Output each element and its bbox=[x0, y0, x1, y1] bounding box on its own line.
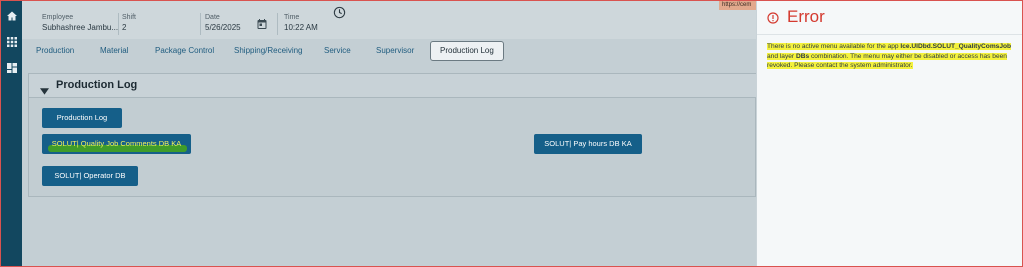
divider bbox=[277, 13, 278, 35]
url-tooltip: https://cem bbox=[719, 1, 756, 10]
divider bbox=[118, 13, 119, 35]
panel-title: Production Log bbox=[56, 79, 138, 91]
divider bbox=[757, 34, 1023, 35]
time-value: 10:22 AM bbox=[284, 23, 318, 32]
time-label: Time bbox=[284, 14, 300, 21]
employee-value: Subhashree Jambu... bbox=[42, 23, 119, 32]
panel-header[interactable]: Production Log bbox=[29, 74, 757, 98]
time-field[interactable]: Time 10:22 AM bbox=[284, 14, 318, 32]
error-message-part: and layer bbox=[767, 52, 796, 60]
error-drawer: Error There is no active menu available … bbox=[756, 1, 1023, 266]
production-log-button[interactable]: Production Log bbox=[42, 108, 122, 128]
error-layer-name: DBs bbox=[795, 52, 810, 60]
error-message: There is no active menu available for th… bbox=[767, 42, 1017, 71]
tab-bar: Production Material Package Control Ship… bbox=[22, 41, 756, 63]
dashboard-icon[interactable] bbox=[3, 59, 20, 76]
pay-hours-button[interactable]: SOLUT| Pay hours DB KA bbox=[534, 134, 642, 154]
date-value: 5/26/2025 bbox=[205, 23, 241, 32]
error-title: Error bbox=[787, 7, 825, 26]
tab-production-log[interactable]: Production Log bbox=[430, 41, 504, 61]
production-log-panel: Production Log Production Log SOLUT| Qua… bbox=[28, 73, 757, 197]
error-message-part: There is no active menu available for th… bbox=[767, 43, 901, 50]
tab-supervisor[interactable]: Supervisor bbox=[376, 41, 414, 61]
main-app-area: Employee Subhashree Jambu... Shift 2 Dat… bbox=[22, 1, 757, 266]
date-label: Date bbox=[205, 14, 220, 21]
clock-icon[interactable] bbox=[333, 6, 346, 19]
tab-production[interactable]: Production bbox=[36, 41, 74, 61]
quality-job-comments-label: SOLUT| Quality Job Comments DB KA bbox=[51, 139, 182, 148]
shift-label: Shift bbox=[122, 14, 137, 21]
shift-value: 2 bbox=[122, 23, 127, 32]
shift-field[interactable]: Shift 2 bbox=[122, 14, 136, 32]
calendar-icon[interactable] bbox=[256, 17, 268, 29]
tab-shipping-receiving[interactable]: Shipping/Receiving bbox=[234, 41, 303, 61]
tab-service[interactable]: Service bbox=[324, 41, 351, 61]
error-header: Error bbox=[757, 1, 1023, 33]
apps-grid-icon[interactable] bbox=[3, 33, 20, 50]
context-header: Employee Subhashree Jambu... Shift 2 Dat… bbox=[22, 1, 756, 39]
error-circle-icon bbox=[767, 11, 779, 24]
employee-field[interactable]: Employee Subhashree Jambu... bbox=[42, 14, 118, 32]
error-app-id: Ice.UIDbd.SOLUT_QualityComsJob bbox=[900, 43, 1012, 50]
icon-rail bbox=[1, 1, 22, 266]
chevron-down-icon[interactable] bbox=[40, 82, 49, 95]
home-icon[interactable] bbox=[3, 7, 20, 24]
operator-db-button[interactable]: SOLUT| Operator DB bbox=[42, 166, 138, 186]
tab-package-control[interactable]: Package Control bbox=[155, 41, 214, 61]
divider bbox=[200, 13, 201, 35]
tab-material[interactable]: Material bbox=[100, 41, 128, 61]
employee-label: Employee bbox=[42, 14, 74, 21]
date-field[interactable]: Date 5/26/2025 bbox=[205, 14, 241, 32]
quality-job-comments-button[interactable]: SOLUT| Quality Job Comments DB KA bbox=[42, 134, 191, 154]
